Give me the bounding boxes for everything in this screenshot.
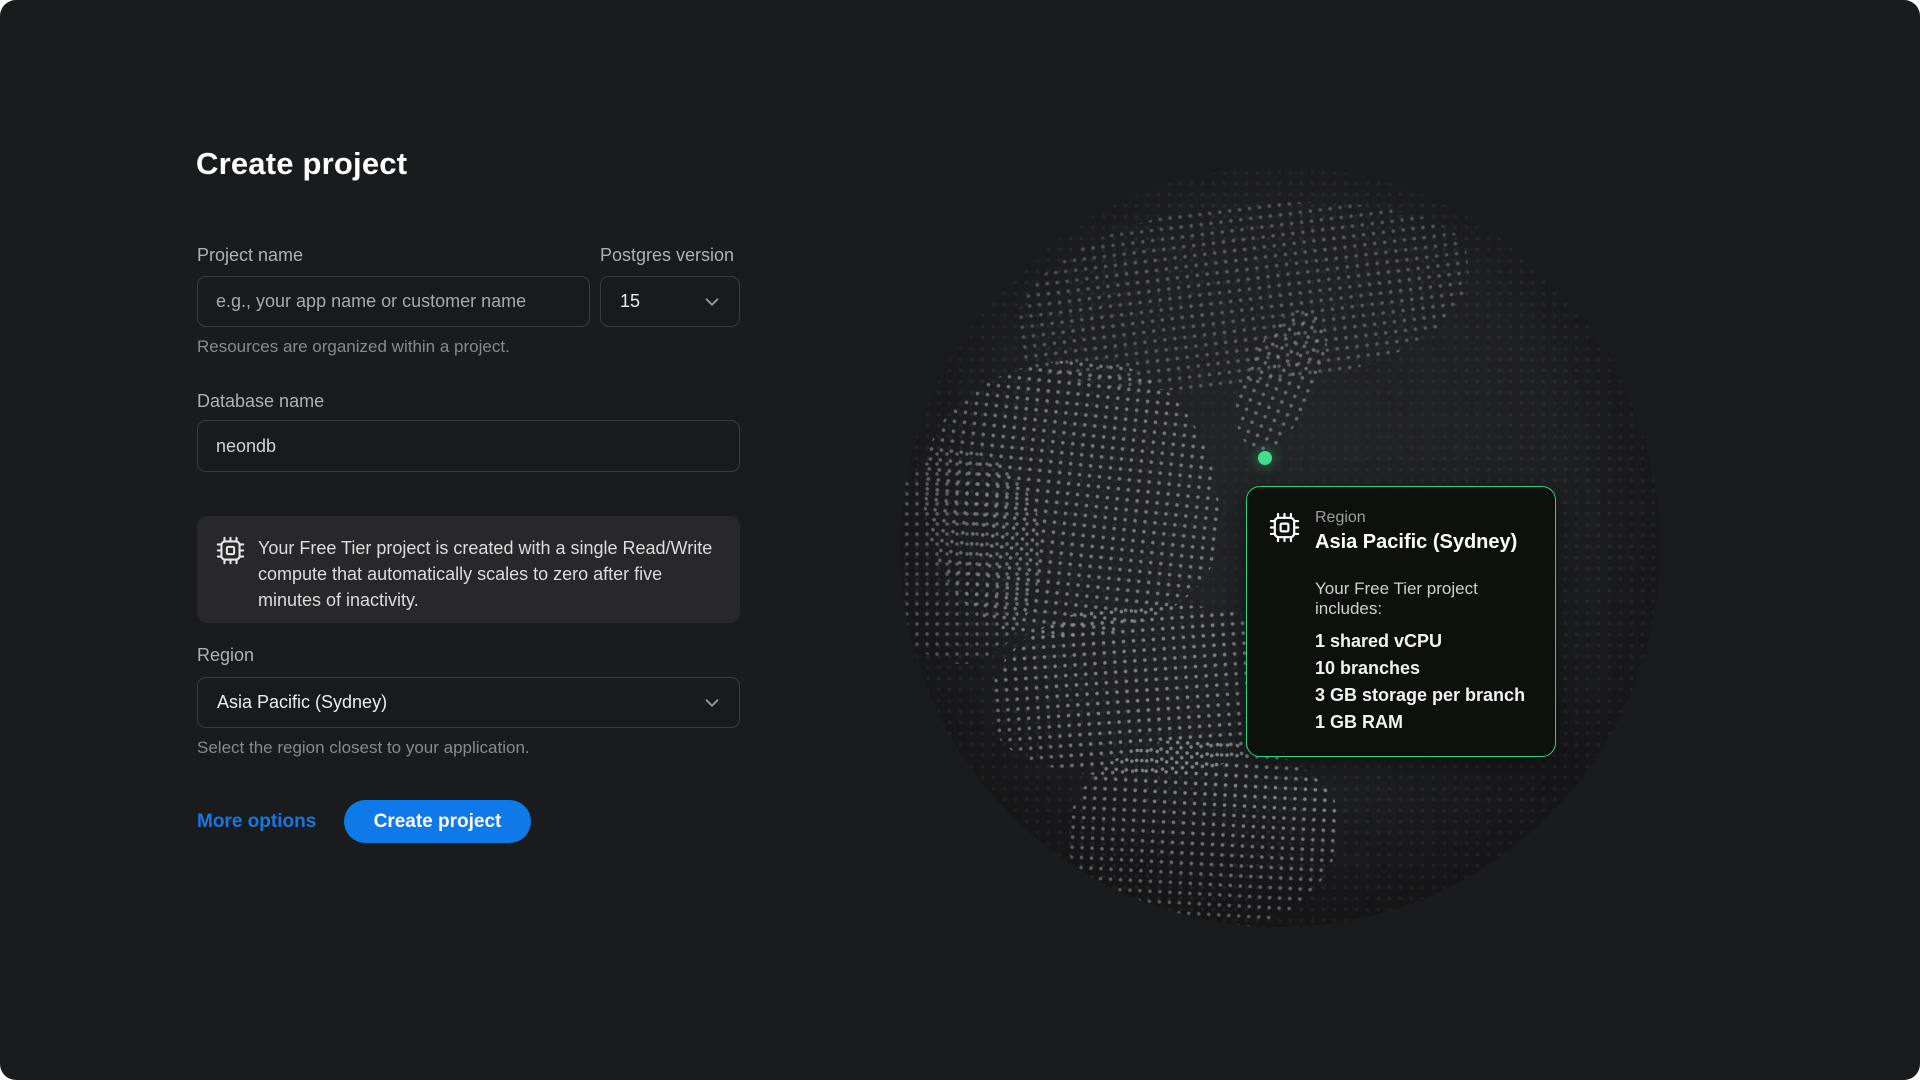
cpu-icon [216, 536, 245, 565]
tooltip-feature: 3 GB storage per branch [1315, 682, 1531, 709]
region-tooltip: Region Asia Pacific (Sydney) Your Free T… [1246, 486, 1556, 757]
region-helper: Select the region closest to your applic… [197, 738, 530, 758]
create-project-button[interactable]: Create project [344, 800, 531, 843]
database-name-input[interactable] [197, 420, 740, 472]
chevron-down-icon [701, 692, 723, 714]
page-title: Create project [196, 146, 407, 182]
create-project-screen: Create project Project name Postgres ver… [0, 0, 1920, 1080]
tooltip-feature: 1 GB RAM [1315, 709, 1531, 736]
project-name-label: Project name [197, 245, 303, 266]
chevron-down-icon [701, 291, 723, 313]
tooltip-region-label: Region [1315, 509, 1517, 527]
tooltip-feature: 10 branches [1315, 655, 1531, 682]
free-tier-note: Your Free Tier project is created with a… [258, 535, 718, 604]
tooltip-feature-list: 1 shared vCPU 10 branches 3 GB storage p… [1315, 628, 1531, 736]
region-marker-dot [1258, 451, 1272, 465]
postgres-version-select[interactable]: 15 [600, 276, 740, 327]
region-select[interactable]: Asia Pacific (Sydney) [197, 677, 740, 728]
project-name-helper: Resources are organized within a project… [197, 337, 510, 357]
cpu-icon [1269, 512, 1300, 543]
postgres-version-label: Postgres version [600, 245, 734, 266]
tooltip-feature: 1 shared vCPU [1315, 628, 1531, 655]
region-label: Region [197, 645, 254, 666]
more-options-link[interactable]: More options [197, 811, 316, 833]
project-name-input[interactable] [197, 276, 590, 327]
tooltip-region-value: Asia Pacific (Sydney) [1315, 531, 1517, 554]
free-tier-info-box: Your Free Tier project is created with a… [197, 516, 740, 623]
tooltip-includes-heading: Your Free Tier project includes: [1315, 579, 1531, 619]
database-name-label: Database name [197, 391, 324, 412]
region-select-value: Asia Pacific (Sydney) [217, 692, 387, 713]
postgres-version-value: 15 [620, 291, 640, 312]
